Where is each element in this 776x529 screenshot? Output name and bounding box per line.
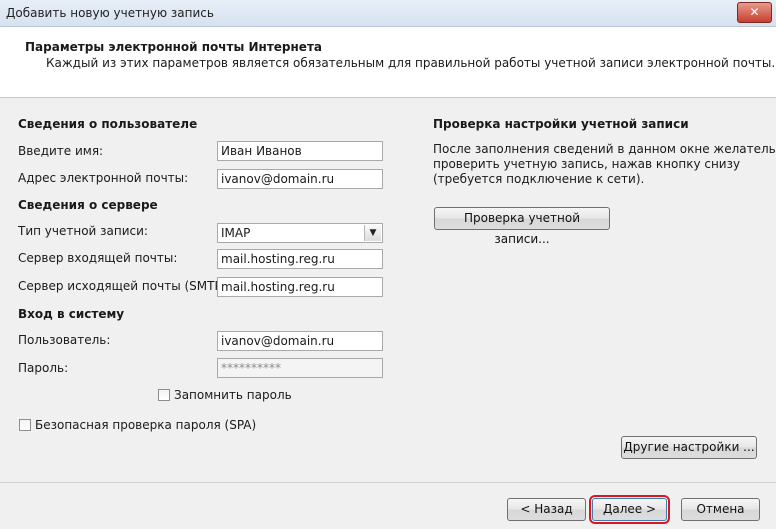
spa-checkbox[interactable] [19, 419, 31, 431]
account-type-label: Тип учетной записи: [18, 224, 148, 238]
account-type-select[interactable]: IMAP ▼ [217, 223, 383, 243]
close-button[interactable]: ✕ [737, 2, 772, 23]
test-description-line-2: проверить учетную запись, нажав кнопку с… [433, 157, 741, 171]
test-description-line-3: (требуется подключение к сети). [433, 172, 645, 186]
back-button[interactable]: < Назад [507, 498, 586, 521]
remember-password-checkbox[interactable] [158, 389, 170, 401]
test-heading: Проверка настройки учетной записи [433, 117, 689, 131]
window-title: Добавить новую учетную запись [6, 6, 214, 20]
next-button[interactable]: Далее > [589, 495, 670, 524]
server-info-heading: Сведения о сервере [18, 198, 158, 212]
bottom-divider [0, 482, 776, 483]
dropdown-arrow-icon[interactable]: ▼ [364, 225, 381, 241]
email-field[interactable]: ivanov@domain.ru [217, 169, 383, 189]
more-settings-button[interactable]: Другие настройки ... [621, 436, 757, 459]
incoming-server-label: Сервер входящей почты: [18, 251, 178, 265]
name-label: Введите имя: [18, 144, 104, 158]
cancel-button[interactable]: Отмена [681, 498, 760, 521]
remember-password-label[interactable]: Запомнить пароль [174, 388, 292, 402]
test-description-line-1: После заполнения сведений в данном окне … [433, 142, 776, 156]
user-field[interactable]: ivanov@domain.ru [217, 331, 383, 351]
login-heading: Вход в систему [18, 307, 125, 321]
account-type-value: IMAP [221, 226, 251, 240]
page-title: Параметры электронной почты Интернета [25, 40, 322, 54]
user-label: Пользователь: [18, 333, 111, 347]
name-field[interactable]: Иван Иванов [217, 141, 383, 161]
outgoing-server-label: Сервер исходящей почты (SMTP): [18, 279, 231, 293]
close-icon: ✕ [749, 5, 760, 19]
password-field[interactable]: ********** [217, 358, 383, 378]
page-header: Параметры электронной почты Интернета Ка… [0, 27, 776, 98]
user-info-heading: Сведения о пользователе [18, 117, 198, 131]
outgoing-server-field[interactable]: mail.hosting.reg.ru [217, 277, 383, 297]
email-label: Адрес электронной почты: [18, 171, 189, 185]
spa-label[interactable]: Безопасная проверка пароля (SPA) [35, 418, 256, 432]
page-subtitle: Каждый из этих параметров является обяза… [46, 56, 776, 70]
window-titlebar: Добавить новую учетную запись ✕ [0, 0, 776, 27]
test-account-button[interactable]: Проверка учетной записи... [434, 207, 610, 246]
password-label: Пароль: [18, 361, 69, 375]
incoming-server-field[interactable]: mail.hosting.reg.ru [217, 249, 383, 269]
